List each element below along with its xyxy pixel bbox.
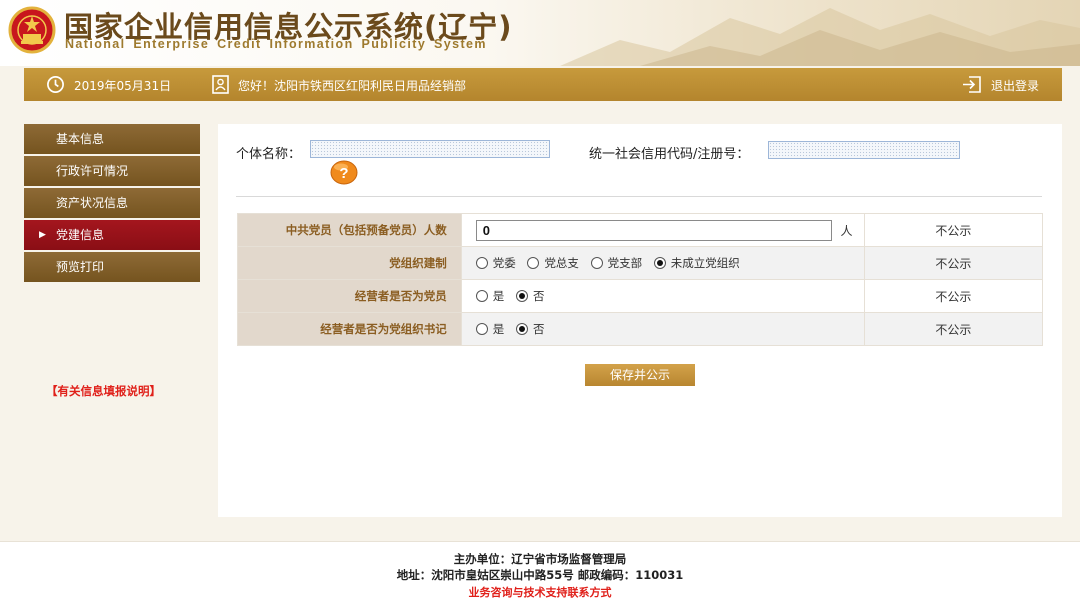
radio-operator-member-no[interactable] [515,290,528,302]
publicity-status: 不公示 [863,312,1044,346]
sidebar-item-label: 资产状况信息 [56,196,129,210]
credit-code-label: 统一社会信用代码/注册号： [589,147,750,162]
footer-contact-link[interactable]: 业务咨询与技术支持联系方式 [0,584,1080,600]
party-org-label: 党组织建制 [237,246,462,280]
triangle-right-icon: ▶ [39,230,46,240]
sidebar-item-asset-status[interactable]: 资产状况信息 [24,188,200,218]
filling-instructions-link[interactable]: 【有关信息填报说明】 [46,383,161,399]
sidebar-item-label: 预览打印 [56,260,105,274]
operator-party-member-label: 经营者是否为党员 [237,279,462,313]
publicity-status: 不公示 [863,279,1044,313]
sidebar-item-label: 党建信息 [56,228,105,242]
save-and-publish-button[interactable]: 保存并公示 [585,364,695,386]
table-row: 中共党员（包括预备党员）人数 人 不公示 [237,213,1044,247]
site-subtitle: National Enterprise Credit Information P… [65,37,487,51]
party-info-form: 中共党员（包括预备党员）人数 人 不公示 党组织建制 党委 党总支 党支部 未成… [237,213,1044,346]
operator-secretary-label: 经营者是否为党组织书记 [237,312,462,346]
credit-code-value [768,141,960,159]
logout-button[interactable]: 退出登录 [991,77,1039,94]
radio-no-party-org[interactable] [653,257,666,269]
party-members-input[interactable] [475,219,832,241]
sidebar-item-preview-print[interactable]: 预览打印 [24,252,200,282]
radio-general-branch[interactable] [527,257,540,269]
unit-label: 人 [840,223,853,238]
clock-icon [47,76,64,93]
current-date: 2019年05月31日 [74,79,172,93]
publicity-status: 不公示 [863,213,1044,247]
top-bar: 2019年05月31日 您好！沈阳市铁西区红阳利民日用品经销部 退出登录 [24,68,1062,101]
radio-operator-secretary-yes[interactable] [475,323,488,335]
sidebar-item-admin-license[interactable]: 行政许可情况 [24,156,200,186]
sidebar-item-basic-info[interactable]: 基本信息 [24,124,200,154]
entity-name-label: 个体名称： [236,147,302,162]
logout-icon[interactable] [962,75,982,94]
section-divider [236,196,1042,197]
radio-party-branch[interactable] [590,257,603,269]
publicity-status: 不公示 [863,246,1044,280]
entity-name-value [310,140,550,158]
sidebar-item-label: 行政许可情况 [56,164,129,178]
sidebar-nav: 基本信息 行政许可情况 资产状况信息 ▶ 党建信息 预览打印 [24,124,200,284]
national-emblem-icon [8,6,56,54]
footer-sponsor: 主办单位：辽宁省市场监督管理局 [453,552,627,566]
table-row: 经营者是否为党员 是 否 不公示 [237,279,1044,313]
sidebar-item-party-building[interactable]: ▶ 党建信息 [24,220,200,250]
main-panel: 个体名称： ? 统一社会信用代码/注册号： 中共党员（包括预备党员）人数 人 不… [218,124,1062,517]
radio-operator-secretary-no[interactable] [515,323,528,335]
party-members-label: 中共党员（包括预备党员）人数 [237,213,462,247]
mountain-illustration [560,8,1080,66]
site-header: 国家企业信用信息公示系统(辽宁) National Enterprise Cre… [0,0,1080,66]
user-card-icon [212,75,229,94]
question-mark-icon[interactable]: ? [330,160,358,185]
table-row: 经营者是否为党组织书记 是 否 不公示 [237,312,1044,346]
radio-operator-member-yes[interactable] [475,290,488,302]
radio-party-committee[interactable] [475,257,488,269]
table-row: 党组织建制 党委 党总支 党支部 未成立党组织 不公示 [237,246,1044,280]
svg-text:?: ? [339,165,348,182]
footer-address: 地址：沈阳市皇姑区崇山中路55号 邮政编码：110031 [396,568,684,582]
sidebar-item-label: 基本信息 [56,132,105,146]
user-greeting: 您好！沈阳市铁西区红阳利民日用品经销部 [238,79,467,93]
site-footer: 主办单位：辽宁省市场监督管理局 地址：沈阳市皇姑区崇山中路55号 邮政编码：11… [0,541,1080,608]
